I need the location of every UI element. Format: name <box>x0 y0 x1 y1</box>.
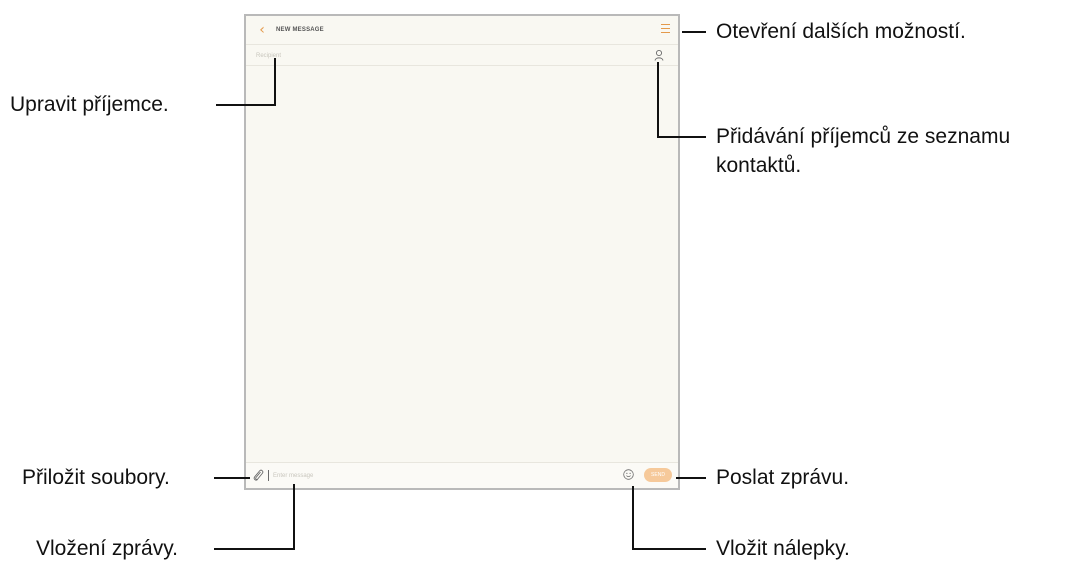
message-input[interactable]: Enter message <box>273 471 313 481</box>
callout-line-more-options <box>682 31 706 33</box>
send-button[interactable]: SEND <box>644 468 672 482</box>
callout-send-message: Poslat zprávu. <box>716 466 850 489</box>
tablet-screen: ‹ NEW MESSAGE Recipient Enter message SE… <box>244 14 680 490</box>
compose-bar: Enter message SEND <box>246 462 678 488</box>
callout-line-edit-recipients-v <box>274 58 276 106</box>
callout-line-contacts-h <box>657 136 706 138</box>
text-cursor <box>268 470 269 481</box>
callout-add-contacts-line2: kontaktů. <box>716 154 802 177</box>
callout-line-enter-message-v <box>293 484 295 550</box>
callout-enter-message: Vložení zprávy. <box>36 537 179 560</box>
app-bar: ‹ NEW MESSAGE <box>246 16 678 44</box>
callout-line-edit-recipients-h <box>216 104 276 106</box>
contact-icon[interactable] <box>654 49 664 61</box>
callout-insert-stickers: Vložit nálepky. <box>716 537 850 560</box>
paperclip-icon[interactable] <box>252 468 264 482</box>
callout-more-options: Otevření dalších možností. <box>716 20 966 43</box>
sticker-icon[interactable] <box>623 469 634 480</box>
recipient-row: Recipient <box>246 44 678 66</box>
more-options-icon[interactable] <box>661 24 670 34</box>
callout-line-stickers-v <box>632 486 634 550</box>
callout-line-send <box>676 477 706 479</box>
back-arrow-icon[interactable]: ‹ <box>254 22 270 38</box>
callout-line-stickers-h <box>632 548 706 550</box>
recipient-input[interactable]: Recipient <box>256 51 281 61</box>
screen-title: NEW MESSAGE <box>276 27 324 33</box>
callout-add-contacts-line1: Přidávání příjemců ze seznamu <box>716 125 1011 148</box>
callout-attach-files: Přiložit soubory. <box>22 466 170 489</box>
callout-line-attach <box>214 477 250 479</box>
callout-line-contacts-v <box>657 62 659 138</box>
callout-line-enter-message-h <box>214 548 295 550</box>
callout-edit-recipients: Upravit příjemce. <box>10 93 169 116</box>
